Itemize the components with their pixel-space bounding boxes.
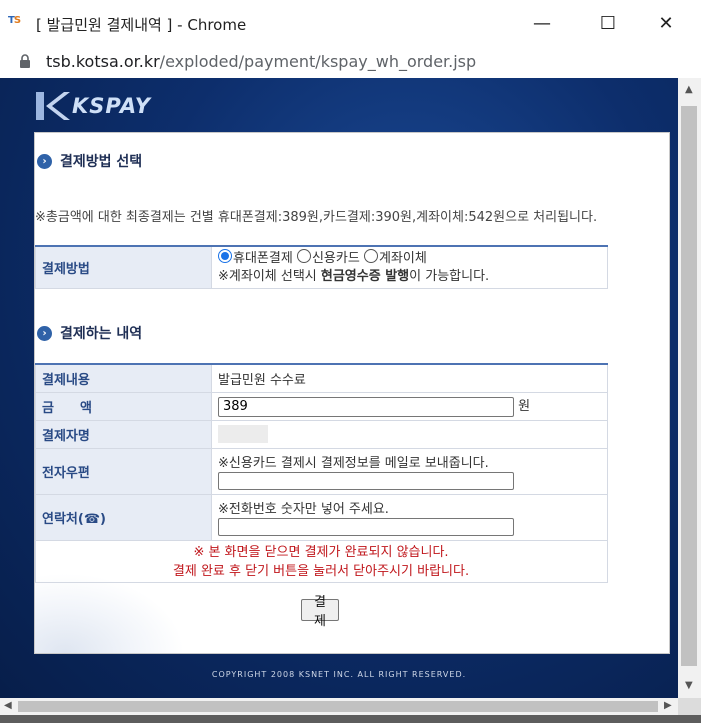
amount-label: 금 액 (35, 391, 212, 421)
address-bar[interactable]: tsb.kotsa.or.kr/exploded/payment/kspay_w… (0, 46, 701, 79)
radio-transfer[interactable]: 계좌이체 (363, 248, 427, 266)
kspay-logo-icon (36, 92, 70, 120)
pay-button[interactable]: 결 제 (301, 595, 339, 629)
radio-mobile[interactable]: 휴대폰결제 (218, 248, 293, 266)
kspay-logo: KSPAY (34, 90, 164, 120)
phone-label: 연락처(☎) (35, 493, 212, 541)
lock-icon[interactable] (19, 54, 31, 68)
horizontal-scroll-thumb[interactable] (18, 701, 658, 712)
url-path: /exploded/payment/kspay_wh_order.jsp (159, 52, 477, 71)
radio-transfer-indicator[interactable] (363, 248, 378, 263)
email-input[interactable] (218, 472, 514, 490)
hint-bold: 현금영수증 발행 (320, 268, 410, 284)
section-payment-method-header: › 결제방법 선택 (37, 151, 142, 171)
page-viewport: KSPAY › 결제방법 선택 ※총금액에 대한 최종결제는 건별 휴대폰결제:… (0, 78, 678, 698)
scroll-left-icon[interactable]: ◀ (4, 700, 12, 711)
radio-mobile-label[interactable]: 휴대폰결제 (233, 251, 293, 266)
payer-label: 결제자명 (35, 419, 212, 449)
logo-letter-s: S (13, 15, 21, 26)
cash-receipt-hint: ※계좌이체 선택시 현금영수증 발행이 가능합니다. (218, 268, 606, 286)
radio-card[interactable]: 신용카드 (296, 248, 360, 266)
phone-input[interactable] (218, 518, 514, 536)
content-value: 발급민원 수수료 (211, 363, 608, 393)
amount-unit: 원 (518, 399, 531, 415)
close-warning: ※ 본 화면을 닫으면 결제가 완료되지 않습니다. 결제 완료 후 닫기 버튼… (35, 543, 607, 581)
email-hint: ※신용카드 결제시 결제정보를 메일로 보내줍니다. (218, 456, 489, 471)
window-title: [ 발급민원 결제내역 ] - Chrome (36, 16, 247, 34)
chevron-right-icon: › (37, 325, 52, 341)
horizontal-scrollbar[interactable]: ◀ ▶ (0, 698, 678, 715)
section-title-payment-details: 결제하는 내역 (60, 326, 143, 342)
section-payment-details-header: › 결제하는 내역 (37, 323, 142, 343)
url-text[interactable]: tsb.kotsa.or.kr/exploded/payment/kspay_w… (46, 52, 476, 71)
scroll-down-icon[interactable]: ▼ (685, 680, 693, 691)
minimize-button[interactable]: — (520, 8, 564, 38)
kspay-logo-text: KSPAY (72, 94, 151, 118)
phone-cell: ※전화번호 숫자만 넣어 주세요. (211, 493, 608, 541)
vertical-scroll-thumb[interactable] (681, 106, 697, 666)
url-domain: tsb.kotsa.or.kr (46, 52, 160, 71)
hint-suffix: 이 가능합니다. (409, 268, 490, 284)
email-label: 전자우편 (35, 447, 212, 495)
payer-value (211, 419, 608, 449)
chevron-right-icon: › (37, 153, 52, 169)
payment-method-label: 결제방법 (35, 245, 212, 289)
title-bar: TS [ 발급민원 결제내역 ] - Chrome — ☐ ✕ (0, 0, 701, 46)
vertical-scrollbar[interactable]: ▲ ▼ (678, 78, 701, 698)
payment-method-options: 휴대폰결제 신용카드 계좌이체 ※계좌이체 선택시 현금영수증 발행이 가능합니… (211, 245, 608, 289)
amount-input[interactable] (218, 396, 514, 417)
hint-prefix: ※계좌이체 선택시 (218, 268, 321, 284)
fee-notice: ※총금액에 대한 최종결제는 건별 휴대폰결제:389원,카드결제:390원,계… (35, 210, 598, 225)
maximize-button[interactable]: ☐ (586, 8, 630, 38)
scrollbar-corner (678, 698, 701, 715)
payment-method-table: 결제방법 휴대폰결제 신용카드 계좌이체 ※계좌이체 선택시 현금영수증 발행이… (35, 245, 608, 289)
close-warning-line2: 결제 완료 후 닫기 버튼을 눌러서 닫아주시기 바랍니다. (172, 564, 470, 579)
radio-transfer-label[interactable]: 계좌이체 (379, 251, 427, 266)
amount-cell: 원 (211, 391, 608, 421)
site-logo-icon: TS (8, 15, 28, 29)
content-label: 결제내용 (35, 363, 212, 393)
minimize-icon: — (533, 12, 551, 34)
radio-card-indicator[interactable] (296, 248, 311, 263)
payer-name-redacted (218, 425, 268, 443)
payment-panel: › 결제방법 선택 ※총금액에 대한 최종결제는 건별 휴대폰결제:389원,카… (34, 132, 670, 654)
close-button[interactable]: ✕ (644, 8, 688, 38)
radio-card-label[interactable]: 신용카드 (312, 251, 360, 266)
email-cell: ※신용카드 결제시 결제정보를 메일로 보내줍니다. (211, 447, 608, 495)
close-icon: ✕ (658, 12, 674, 34)
section-title-payment-method: 결제방법 선택 (60, 154, 143, 170)
scroll-right-icon[interactable]: ▶ (664, 700, 672, 711)
decorative-swoosh (35, 573, 185, 653)
radio-mobile-indicator[interactable] (218, 248, 232, 263)
scroll-up-icon[interactable]: ▲ (685, 84, 693, 95)
copyright-text: COPYRIGHT 2008 KSNET INC. ALL RIGHT RESE… (211, 670, 467, 679)
window-bottom-edge (0, 715, 701, 723)
close-warning-line1: ※ 본 화면을 닫으면 결제가 완료되지 않습니다. (193, 545, 449, 560)
browser-window: TS [ 발급민원 결제내역 ] - Chrome — ☐ ✕ tsb.kots… (0, 0, 701, 723)
maximize-icon: ☐ (599, 12, 617, 34)
phone-hint: ※전화번호 숫자만 넣어 주세요. (218, 502, 389, 517)
